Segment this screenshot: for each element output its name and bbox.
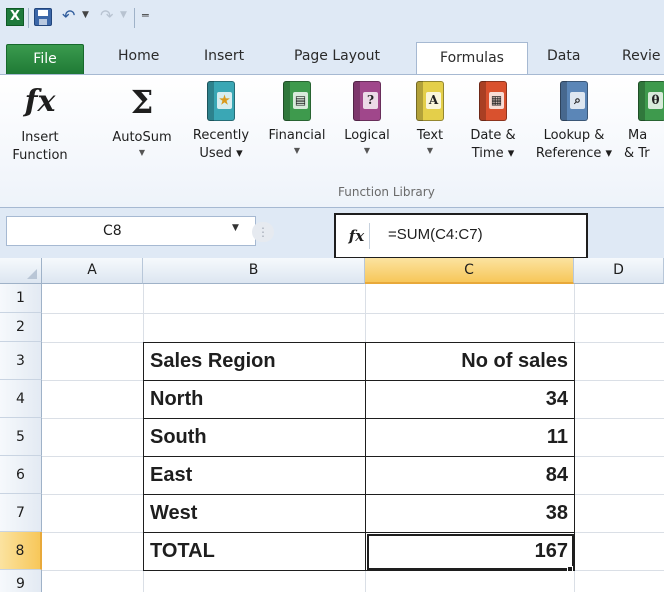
save-icon[interactable]	[34, 8, 52, 26]
cell-c7[interactable]: 38	[365, 494, 575, 533]
recently-used-button[interactable]: ★ Recently Used ▾	[186, 81, 256, 163]
ribbon-formulas: fx Insert Function Σ AutoSum ▼ ★ Recentl…	[0, 74, 664, 208]
tab-file[interactable]: File	[6, 44, 84, 74]
quick-access-toolbar: X ↶ ▼ ↷ ▼ ═	[0, 0, 664, 36]
logical-book-icon: ?	[353, 81, 381, 121]
financial-book-icon: ▤	[283, 81, 311, 121]
cell-c6[interactable]: 84	[365, 456, 575, 495]
ribbon-tabs: File Home Insert Page Layout Formulas Da…	[0, 36, 664, 75]
cell-c3[interactable]: No of sales	[365, 342, 575, 381]
toolbar-separator	[134, 8, 135, 28]
table-row: West 38	[143, 494, 575, 533]
cell-c8-selected[interactable]: 167	[365, 532, 575, 571]
row-header-4[interactable]: 4	[0, 380, 42, 418]
cell-b5[interactable]: South	[143, 418, 366, 457]
column-header-a[interactable]: A	[42, 258, 143, 284]
chevron-down-icon: ▼	[426, 146, 434, 155]
math-trig-button[interactable]: θ Ma & Tr	[624, 81, 664, 163]
insert-function-icon[interactable]: fx	[344, 223, 370, 249]
financial-button[interactable]: ▤ Financial ▼	[260, 81, 334, 157]
table-row: North 34	[143, 380, 575, 419]
row-header-5[interactable]: 5	[0, 418, 42, 456]
fill-handle[interactable]	[567, 566, 573, 572]
column-header-c[interactable]: C	[365, 258, 574, 284]
column-header-b[interactable]: B	[143, 258, 365, 284]
table-row: South 11	[143, 418, 575, 457]
text-book-icon: A	[416, 81, 444, 121]
tab-formulas[interactable]: Formulas	[416, 42, 528, 75]
formula-bar-grip-icon: ⋮	[252, 222, 274, 242]
function-library-group-label: Function Library	[338, 185, 435, 199]
table-row: TOTAL 167	[143, 532, 575, 571]
row-header-7[interactable]: 7	[0, 494, 42, 532]
cell-b3[interactable]: Sales Region	[143, 342, 366, 381]
date-time-book-icon: ▦	[479, 81, 507, 121]
tab-page-layout[interactable]: Page Layout	[294, 48, 380, 64]
lookup-reference-button[interactable]: ⌕ Lookup & Reference ▾	[528, 81, 620, 163]
undo-icon[interactable]: ↶	[62, 6, 75, 25]
excel-logo-icon[interactable]: X	[6, 8, 24, 26]
gridline	[42, 313, 664, 314]
row-header-1[interactable]: 1	[0, 284, 42, 313]
math-trig-book-icon: θ	[638, 81, 664, 121]
cell-c5[interactable]: 11	[365, 418, 575, 457]
tab-review[interactable]: Revie	[622, 48, 661, 64]
formula-input[interactable]: =SUM(C4:C7)	[388, 226, 483, 243]
select-all-button[interactable]	[0, 258, 42, 284]
logical-button[interactable]: ? Logical ▼	[336, 81, 398, 157]
lookup-reference-book-icon: ⌕	[560, 81, 588, 121]
text-button[interactable]: A Text ▼	[406, 81, 454, 157]
tab-data[interactable]: Data	[547, 48, 580, 64]
row-header-2[interactable]: 2	[0, 313, 42, 342]
redo-dropdown-icon: ▼	[120, 10, 127, 20]
row-header-9[interactable]: 9	[0, 570, 42, 592]
table-row: East 84	[143, 456, 575, 495]
row-header-8[interactable]: 8	[0, 532, 42, 570]
formula-bar: C8 ▼ ⋮ fx =SUM(C4:C7)	[0, 208, 664, 259]
name-box-dropdown-icon[interactable]: ▼	[232, 223, 239, 233]
cell-c4[interactable]: 34	[365, 380, 575, 419]
cell-b6[interactable]: East	[143, 456, 366, 495]
formula-box[interactable]: fx =SUM(C4:C7)	[334, 213, 588, 259]
tab-insert[interactable]: Insert	[204, 48, 244, 64]
customize-toolbar-icon[interactable]: ═	[142, 9, 149, 22]
undo-dropdown-icon[interactable]: ▼	[82, 10, 89, 20]
autosum-button[interactable]: Σ AutoSum ▼	[104, 81, 180, 159]
function-icon: fx	[24, 84, 56, 119]
tab-home[interactable]: Home	[118, 48, 159, 64]
chevron-down-icon: ▼	[363, 146, 371, 155]
insert-function-button[interactable]: fx Insert Function	[8, 81, 72, 165]
cell-b8[interactable]: TOTAL	[143, 532, 366, 571]
row-header-3[interactable]: 3	[0, 342, 42, 380]
cell-b4[interactable]: North	[143, 380, 366, 419]
toolbar-separator	[28, 8, 29, 28]
sales-table: Sales Region No of sales North 34 South …	[143, 342, 575, 571]
redo-icon[interactable]: ↷	[100, 6, 113, 25]
sigma-icon: Σ	[130, 83, 154, 121]
recently-used-book-icon: ★	[207, 81, 235, 121]
chevron-down-icon: ▼	[138, 148, 146, 157]
column-header-d[interactable]: D	[574, 258, 664, 284]
cell-b7[interactable]: West	[143, 494, 366, 533]
table-row: Sales Region No of sales	[143, 342, 575, 381]
row-header-6[interactable]: 6	[0, 456, 42, 494]
chevron-down-icon: ▼	[293, 146, 301, 155]
worksheet-grid[interactable]: A B C D 1 2 3 4 5 6 7 8 9 Sales Region N…	[0, 258, 664, 592]
name-box[interactable]: C8	[6, 216, 256, 246]
date-time-button[interactable]: ▦ Date & Time ▾	[462, 81, 524, 163]
